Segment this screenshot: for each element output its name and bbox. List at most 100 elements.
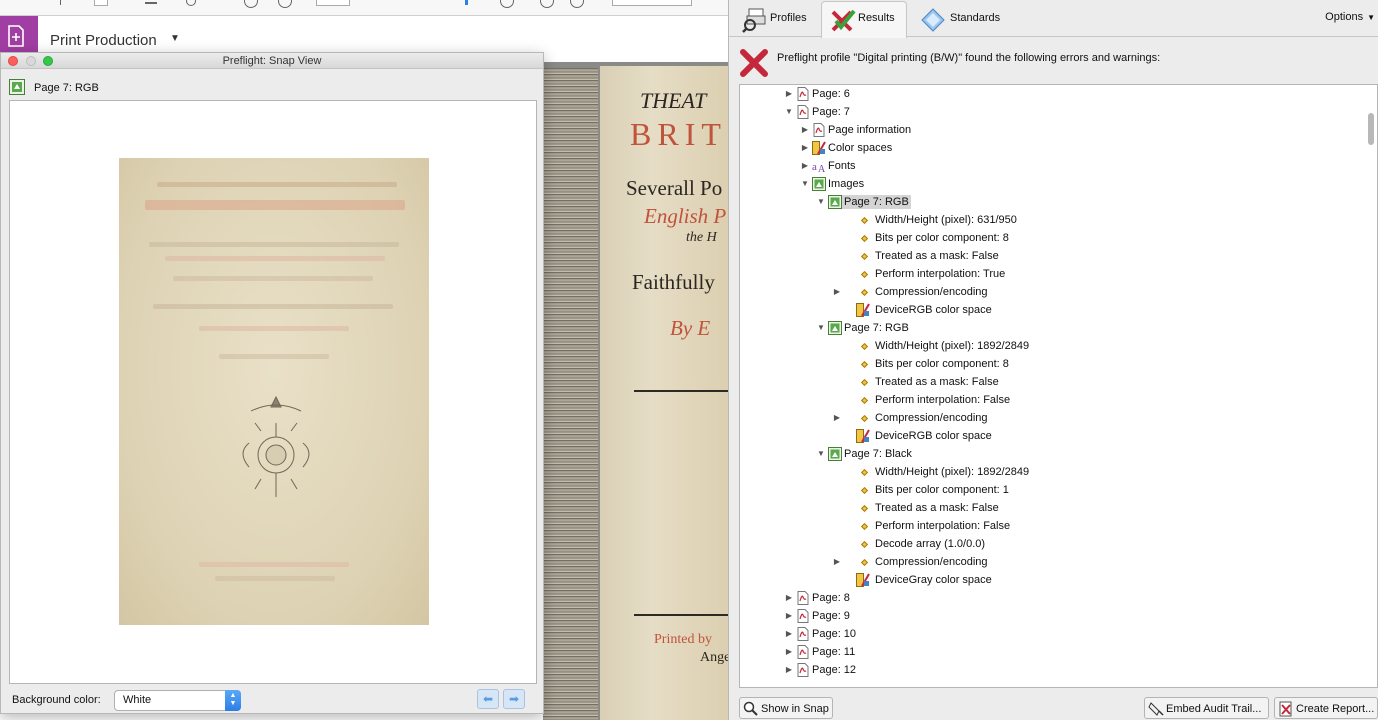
tree-row[interactable]: Treated as a mask: False <box>740 373 1360 391</box>
background-color-label: Background color: <box>12 694 101 706</box>
tree-row[interactable]: ▶ Page: 8 <box>740 589 1360 607</box>
tree-row[interactable]: Perform interpolation: False <box>740 517 1360 535</box>
disclosure-expanded-icon[interactable]: ▼ <box>815 445 827 463</box>
book-text-line: Ange <box>700 650 728 665</box>
scrollbar[interactable] <box>1366 87 1375 685</box>
toolbar-tool-icon[interactable] <box>60 0 61 5</box>
property-diamond-icon <box>860 540 869 549</box>
disclosure-collapsed-icon[interactable]: ▶ <box>783 589 795 607</box>
tree-row[interactable]: Perform interpolation: True <box>740 265 1360 283</box>
disclosure-expanded-icon[interactable]: ▼ <box>815 319 827 337</box>
background-color-select[interactable]: White ▲ ▼ <box>114 690 241 711</box>
tree-row[interactable]: Treated as a mask: False <box>740 247 1360 265</box>
select-stepper-icon[interactable]: ▲ ▼ <box>225 690 241 711</box>
tree-row-label: Page 7: RGB <box>844 322 909 334</box>
tree-row[interactable]: ▼ Page: 7 <box>740 103 1360 121</box>
search-icon[interactable] <box>186 0 196 6</box>
tree-row[interactable]: Bits per color component: 1 <box>740 481 1360 499</box>
mail-icon[interactable] <box>145 2 157 4</box>
results-icon <box>830 7 856 36</box>
disclosure-expanded-icon[interactable]: ▼ <box>799 175 811 193</box>
page-number-field[interactable] <box>316 0 350 6</box>
embed-audit-trail-button[interactable]: Embed Audit Trail... <box>1144 697 1269 719</box>
disclosure-collapsed-icon[interactable]: ▶ <box>783 607 795 625</box>
zoom-field[interactable] <box>612 0 692 6</box>
tree-row[interactable]: ▼ Page 7: RGB <box>740 193 1360 211</box>
tree-row[interactable]: DeviceRGB color space <box>740 427 1360 445</box>
print-production-tool-icon[interactable] <box>0 16 38 53</box>
tree-row[interactable]: Width/Height (pixel): 1892/2849 <box>740 337 1360 355</box>
tree-row-label: Page: 8 <box>812 592 850 604</box>
tree-row[interactable]: Width/Height (pixel): 631/950 <box>740 211 1360 229</box>
tree-row[interactable]: Bits per color component: 8 <box>740 355 1360 373</box>
snap-view-titlebar[interactable]: Preflight: Snap View <box>1 53 543 69</box>
preview-text-line <box>219 354 329 359</box>
tree-row[interactable]: DeviceRGB color space <box>740 301 1360 319</box>
tab-profiles[interactable]: Profiles <box>733 1 817 37</box>
tree-row[interactable]: ▶ Compression/encoding <box>740 553 1360 571</box>
tree-row[interactable]: ▶ Page: 9 <box>740 607 1360 625</box>
tree-row-label: Page: 10 <box>812 628 857 640</box>
chevron-down-icon[interactable]: ▼ <box>170 33 180 44</box>
button-label: Show in Snap <box>761 703 829 715</box>
disclosure-collapsed-icon[interactable]: ▶ <box>783 661 795 679</box>
tree-row[interactable]: Width/Height (pixel): 1892/2849 <box>740 463 1360 481</box>
tree-row-label: Compression/encoding <box>875 412 988 424</box>
disclosure-collapsed-icon[interactable]: ▶ <box>783 625 795 643</box>
tree-row[interactable]: ▼ Page 7: RGB <box>740 319 1360 337</box>
error-x-icon <box>739 48 769 81</box>
select-tool-icon[interactable] <box>465 0 468 5</box>
page-up-icon[interactable] <box>244 0 258 8</box>
disclosure-collapsed-icon[interactable]: ▶ <box>783 85 795 103</box>
tree-row-label: Treated as a mask: False <box>875 250 999 262</box>
background-color-value: White <box>123 694 152 706</box>
hand-tool-icon[interactable] <box>500 0 514 8</box>
tab-standards[interactable]: Standards <box>911 1 1011 37</box>
tree-row[interactable]: ▶ Page: 11 <box>740 643 1360 661</box>
next-button[interactable]: ➡ <box>503 689 525 709</box>
print-icon[interactable] <box>94 0 108 6</box>
tree-row-label: Page: 11 <box>812 646 856 658</box>
tree-row-label: Bits per color component: 1 <box>875 484 1009 496</box>
create-report-button[interactable]: Create Report... <box>1274 697 1378 719</box>
disclosure-collapsed-icon[interactable]: ▶ <box>783 643 795 661</box>
svg-text:a: a <box>812 161 817 173</box>
tree-row[interactable]: ▼ Page 7: Black <box>740 445 1360 463</box>
tree-row[interactable]: ▶ Page: 10 <box>740 625 1360 643</box>
tree-row[interactable]: ▶ Page information <box>740 121 1360 139</box>
disclosure-collapsed-icon[interactable]: ▶ <box>799 139 811 157</box>
disclosure-collapsed-icon[interactable]: ▶ <box>831 553 843 571</box>
tree-row[interactable]: ▶ Page: 12 <box>740 661 1360 679</box>
tree-row-label: Page 7: Black <box>844 448 912 460</box>
tree-row[interactable]: ▶ Compression/encoding <box>740 283 1360 301</box>
tree-row[interactable]: Perform interpolation: False <box>740 391 1360 409</box>
zoom-out-icon[interactable] <box>540 0 554 8</box>
printer-ornament-image <box>242 395 310 497</box>
disclosure-collapsed-icon[interactable]: ▶ <box>831 283 843 301</box>
tree-row[interactable]: Bits per color component: 8 <box>740 229 1360 247</box>
tree-row[interactable]: Treated as a mask: False <box>740 499 1360 517</box>
scrollbar-thumb[interactable] <box>1368 113 1374 145</box>
tree-row[interactable]: ▶ Compression/encoding <box>740 409 1360 427</box>
color-space-icon <box>812 141 826 155</box>
tree-row[interactable]: Decode array (1.0/0.0) <box>740 535 1360 553</box>
disclosure-collapsed-icon[interactable]: ▶ <box>831 409 843 427</box>
disclosure-collapsed-icon[interactable]: ▶ <box>799 157 811 175</box>
disclosure-expanded-icon[interactable]: ▼ <box>815 193 827 211</box>
show-in-snap-button[interactable]: Show in Snap <box>739 697 833 719</box>
page-down-icon[interactable] <box>278 0 292 8</box>
options-menu[interactable]: Options ▼ <box>1325 11 1375 23</box>
tab-label: Profiles <box>770 12 807 24</box>
tree-row[interactable]: DeviceGray color space <box>740 571 1360 589</box>
disclosure-collapsed-icon[interactable]: ▶ <box>799 121 811 139</box>
tree-row[interactable]: ▶ Page: 6 <box>740 85 1360 103</box>
tree-row[interactable]: ▶ Color spaces <box>740 139 1360 157</box>
previous-button[interactable]: ⬅ <box>477 689 499 709</box>
preflight-tab-bar: Profiles Results Standards Options ▼ <box>729 0 1378 38</box>
zoom-in-icon[interactable] <box>570 0 584 8</box>
tree-row[interactable]: ▼ Images <box>740 175 1360 193</box>
tab-results[interactable]: Results <box>821 1 907 38</box>
pdf-page-icon <box>796 609 810 623</box>
tree-row[interactable]: ▶ a A Fonts <box>740 157 1360 175</box>
disclosure-expanded-icon[interactable]: ▼ <box>783 103 795 121</box>
